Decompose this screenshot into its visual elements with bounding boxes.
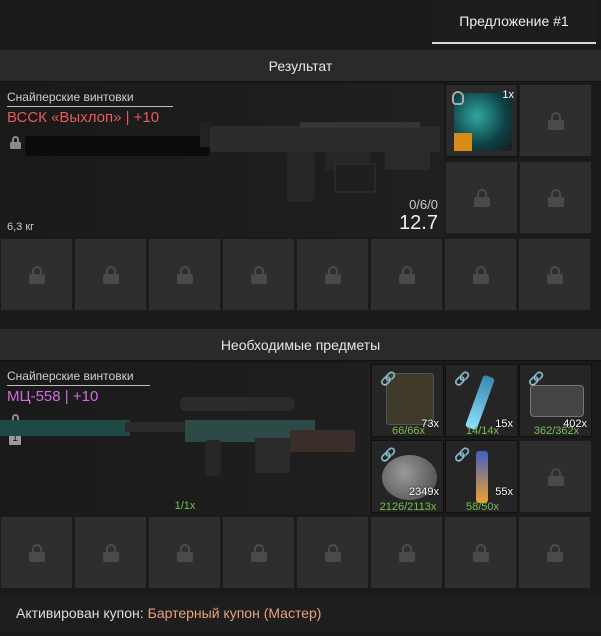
chain-icon: 🔗 xyxy=(454,447,471,462)
shield-icon xyxy=(452,91,464,105)
lock-icon xyxy=(250,543,267,562)
locked-slot xyxy=(222,238,295,311)
lock-icon xyxy=(28,265,45,284)
lock-icon xyxy=(398,543,415,562)
chain-icon: 🔗 xyxy=(454,371,471,386)
locked-slot xyxy=(445,161,518,234)
locked-slot xyxy=(370,238,443,311)
lock-icon xyxy=(102,265,119,284)
rifle-icon xyxy=(25,122,440,202)
lock-icon xyxy=(547,188,564,207)
item-count: 362/362x xyxy=(533,425,580,437)
locked-slot xyxy=(444,516,517,589)
coupon-label: Активирован купон: xyxy=(16,605,144,621)
coupon-name[interactable]: Бартерный купон (Мастер) xyxy=(148,605,322,621)
lock-icon xyxy=(398,265,415,284)
required-item-slot[interactable]: 🔗 55x 58/50x xyxy=(445,440,518,513)
item-count: 2126/2113x xyxy=(379,501,437,513)
lock-icon xyxy=(546,265,563,284)
item-qty: 55x xyxy=(495,486,513,498)
skin-badge-icon xyxy=(454,133,472,151)
locked-slot xyxy=(370,516,443,589)
lock-icon xyxy=(250,265,267,284)
locked-slot xyxy=(222,516,295,589)
lock-icon xyxy=(102,543,119,562)
required-weapon-panel[interactable]: Снайперские винтовки МЦ-558 | +10 1 1/1x xyxy=(0,364,370,515)
result-ammo: 0/6/0 xyxy=(409,197,438,212)
locked-slot xyxy=(519,84,592,157)
locked-slot xyxy=(519,440,592,513)
coupon-footer: Активирован купон: Бартерный купон (Маст… xyxy=(0,594,601,632)
required-category: Снайперские винтовки xyxy=(7,369,134,383)
skin-slot[interactable]: 1x xyxy=(445,84,518,157)
weapon-count: 1/1x xyxy=(174,500,196,512)
locked-slot xyxy=(0,238,73,311)
item-count: 66/66x xyxy=(391,425,426,437)
lock-icon xyxy=(547,111,564,130)
result-weapon-panel[interactable]: Снайперские винтовки ВССК «Выхлоп» | +10… xyxy=(0,84,444,237)
lock-icon xyxy=(10,136,21,149)
lock-icon xyxy=(547,467,564,486)
lock-icon xyxy=(324,543,341,562)
device-plate-icon xyxy=(530,385,584,417)
lock-icon xyxy=(324,265,341,284)
locked-slot xyxy=(74,238,147,311)
chain-icon: 🔗 xyxy=(380,371,397,386)
chain-icon: 🔗 xyxy=(380,447,397,462)
required-item-slot[interactable]: 🔗 402x 362/362x xyxy=(519,364,592,437)
rifle-icon xyxy=(0,397,355,476)
locked-slot xyxy=(74,516,147,589)
result-value: 12.7 xyxy=(399,212,438,234)
required-item-slot[interactable]: 🔗 73x 66/66x xyxy=(371,364,444,437)
locked-slot xyxy=(518,516,591,589)
lock-icon xyxy=(28,543,45,562)
result-header: Результат xyxy=(0,50,601,82)
lock-icon xyxy=(472,543,489,562)
orange-syringe-icon xyxy=(476,451,488,503)
lock-icon xyxy=(546,543,563,562)
locked-slot xyxy=(148,516,221,589)
required-item-slot[interactable]: 🔗 15x 14/14x xyxy=(445,364,518,437)
locked-slot xyxy=(296,238,369,311)
skin-qty: 1x xyxy=(502,89,514,101)
locked-slot xyxy=(518,238,591,311)
required-item-slot[interactable]: 🔗 2349x 2126/2113x xyxy=(371,440,444,513)
item-qty: 2349x xyxy=(409,486,439,498)
chain-icon: 🔗 xyxy=(528,371,545,386)
lock-icon xyxy=(176,265,193,284)
tab-offer-1[interactable]: Предложение #1 xyxy=(432,0,596,44)
item-count: 14/14x xyxy=(465,425,500,437)
locked-slot xyxy=(0,516,73,589)
result-category: Снайперские винтовки xyxy=(7,90,134,104)
locked-slot xyxy=(519,161,592,234)
locked-slot xyxy=(148,238,221,311)
required-header: Необходимые предметы xyxy=(0,329,601,361)
lock-icon xyxy=(472,265,489,284)
locked-slot xyxy=(296,516,369,589)
item-count: 58/50x xyxy=(465,501,500,513)
lock-icon xyxy=(176,543,193,562)
locked-slot xyxy=(444,238,517,311)
lock-icon xyxy=(473,188,490,207)
result-weight: 6,3 кг xyxy=(7,221,35,233)
